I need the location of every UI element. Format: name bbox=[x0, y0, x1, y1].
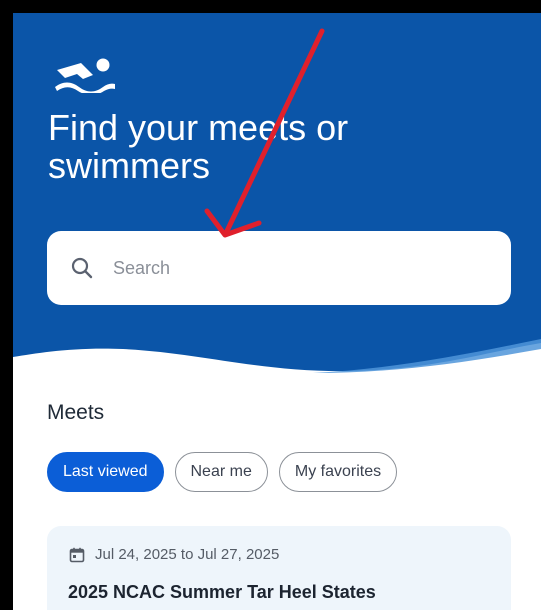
app-screen: Find your meets or swimmers Meets Last v… bbox=[13, 13, 541, 610]
swimmer-logo-icon bbox=[55, 58, 115, 93]
search-icon bbox=[71, 257, 93, 279]
search-input[interactable] bbox=[111, 256, 475, 280]
page-title-line1: Find your meets or bbox=[48, 107, 349, 148]
meet-date-row: Jul 24, 2025 to Jul 27, 2025 bbox=[69, 546, 279, 563]
filter-near-me[interactable]: Near me bbox=[174, 452, 268, 492]
meets-section-title: Meets bbox=[47, 401, 105, 424]
calendar-icon bbox=[69, 547, 85, 562]
meet-title: 2025 NCAC Summer Tar Heel States bbox=[68, 582, 376, 602]
hero-banner: Find your meets or swimmers bbox=[13, 13, 541, 393]
meet-date: Jul 24, 2025 to Jul 27, 2025 bbox=[95, 546, 280, 563]
filter-last-viewed[interactable]: Last viewed bbox=[47, 452, 164, 492]
page-title: Find your meets or swimmers bbox=[48, 109, 508, 185]
page-title-line2: swimmers bbox=[48, 145, 210, 186]
meet-card[interactable]: Jul 24, 2025 to Jul 27, 2025 2025 NCAC S… bbox=[47, 526, 511, 610]
search-box[interactable] bbox=[47, 231, 511, 305]
filter-my-favorites[interactable]: My favorites bbox=[278, 452, 398, 492]
meets-filter-tabs: Last viewed Near me My favorites bbox=[47, 452, 398, 492]
